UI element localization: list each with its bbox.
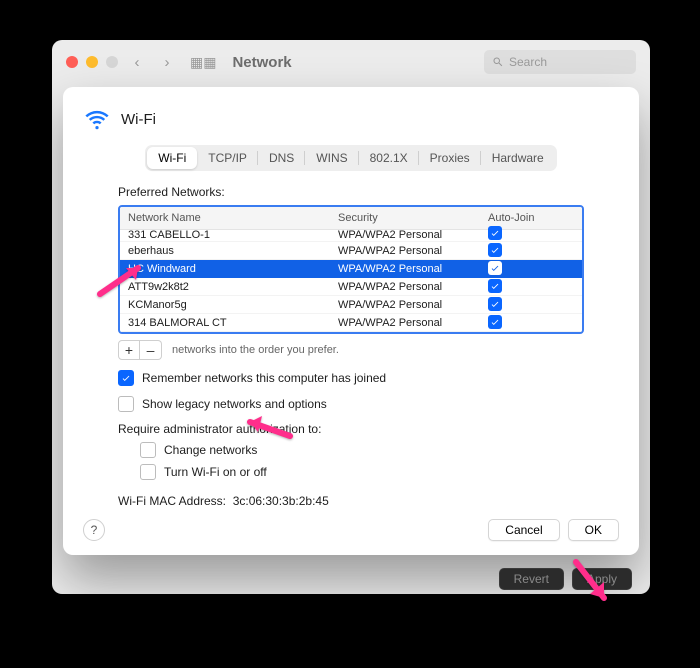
wifi-icon: [83, 105, 111, 133]
tab-8021x[interactable]: 802.1X: [359, 147, 419, 169]
auto-join-cell: [488, 279, 574, 294]
auto-join-cell: [488, 226, 574, 241]
drag-hint: networks into the order you prefer.: [172, 344, 339, 356]
mac-address-value: 3c:06:30:3b:2b:45: [233, 494, 329, 508]
tab-dns[interactable]: DNS: [258, 147, 305, 169]
tab-wifi[interactable]: Wi-Fi: [147, 147, 197, 169]
auto-join-checkbox[interactable]: [488, 226, 502, 240]
back-button[interactable]: ‹: [126, 51, 148, 73]
preferred-networks-table[interactable]: Network Name Security Auto-Join 331 CABE…: [118, 205, 584, 334]
auto-join-cell: [488, 297, 574, 312]
network-name: HC Windward: [128, 263, 338, 275]
search-icon: [492, 56, 504, 68]
tab-hardware[interactable]: Hardware: [481, 147, 555, 169]
auto-join-checkbox[interactable]: [488, 243, 502, 257]
auto-join-checkbox[interactable]: [488, 261, 502, 275]
col-network-name: Network Name: [128, 212, 338, 224]
minimize-dot[interactable]: [86, 56, 98, 68]
change-networks-checkbox[interactable]: [140, 442, 156, 458]
change-networks-label: Change networks: [164, 443, 257, 457]
auto-join-checkbox[interactable]: [488, 297, 502, 311]
table-row[interactable]: 331 CABELLO-1WPA/WPA2 Personal: [120, 230, 582, 242]
mac-address-label: Wi-Fi MAC Address:: [118, 494, 226, 508]
network-name: 331 CABELLO-1: [128, 229, 338, 241]
table-row[interactable]: 314 BALMORAL CTWPA/WPA2 Personal: [120, 314, 582, 332]
network-name: KCManor5g: [128, 299, 338, 311]
auto-join-cell: [488, 261, 574, 276]
sheet-title: Wi-Fi: [121, 111, 156, 128]
network-security: WPA/WPA2 Personal: [338, 317, 488, 329]
add-network-button[interactable]: +: [118, 340, 140, 360]
forward-button[interactable]: ›: [156, 51, 178, 73]
network-security: WPA/WPA2 Personal: [338, 229, 488, 241]
remember-checkbox[interactable]: [118, 370, 134, 386]
col-auto-join: Auto-Join: [488, 212, 574, 224]
network-name: 314 BALMORAL CT: [128, 317, 338, 329]
window-title: Network: [232, 54, 291, 71]
tab-wins[interactable]: WINS: [305, 147, 358, 169]
require-admin-label: Require administrator authorization to:: [118, 422, 584, 436]
close-dot[interactable]: [66, 56, 78, 68]
col-security: Security: [338, 212, 488, 224]
wifi-advanced-sheet: Wi-Fi Wi-FiTCP/IPDNSWINS802.1XProxiesHar…: [63, 87, 639, 555]
table-row[interactable]: KCManor5gWPA/WPA2 Personal: [120, 296, 582, 314]
table-row[interactable]: ATT9w2k8t2WPA/WPA2 Personal: [120, 278, 582, 296]
auto-join-checkbox[interactable]: [488, 315, 502, 329]
remove-network-button[interactable]: –: [140, 340, 162, 360]
auto-join-cell: [488, 243, 574, 258]
remember-label: Remember networks this computer has join…: [142, 371, 386, 385]
table-row[interactable]: eberhausWPA/WPA2 Personal: [120, 242, 582, 260]
auto-join-cell: [488, 315, 574, 330]
help-button[interactable]: ?: [83, 519, 105, 541]
revert-button[interactable]: Revert: [499, 568, 564, 590]
traffic-lights: [66, 56, 118, 68]
ok-button[interactable]: OK: [568, 519, 619, 541]
turn-wifi-checkbox[interactable]: [140, 464, 156, 480]
search-placeholder: Search: [509, 55, 547, 69]
table-row[interactable]: HC WindwardWPA/WPA2 Personal: [120, 260, 582, 278]
cancel-button[interactable]: Cancel: [488, 519, 559, 541]
network-security: WPA/WPA2 Personal: [338, 263, 488, 275]
tab-proxies[interactable]: Proxies: [419, 147, 481, 169]
network-security: WPA/WPA2 Personal: [338, 281, 488, 293]
network-security: WPA/WPA2 Personal: [338, 245, 488, 257]
apply-button[interactable]: Apply: [572, 568, 632, 590]
tab-bar: Wi-FiTCP/IPDNSWINS802.1XProxiesHardware: [63, 145, 639, 171]
tab-tcpip[interactable]: TCP/IP: [197, 147, 258, 169]
network-name: eberhaus: [128, 245, 338, 257]
turn-wifi-label: Turn Wi-Fi on or off: [164, 465, 267, 479]
legacy-checkbox[interactable]: [118, 396, 134, 412]
titlebar: ‹ › ▦▦ Network Search: [52, 40, 650, 84]
search-field[interactable]: Search: [484, 50, 636, 74]
legacy-label: Show legacy networks and options: [142, 397, 327, 411]
auto-join-checkbox[interactable]: [488, 279, 502, 293]
preferred-networks-label: Preferred Networks:: [118, 185, 584, 199]
network-security: WPA/WPA2 Personal: [338, 299, 488, 311]
zoom-dot[interactable]: [106, 56, 118, 68]
window-footer-buttons: Revert Apply: [499, 568, 632, 590]
grid-icon[interactable]: ▦▦: [190, 54, 216, 71]
network-name: ATT9w2k8t2: [128, 281, 338, 293]
